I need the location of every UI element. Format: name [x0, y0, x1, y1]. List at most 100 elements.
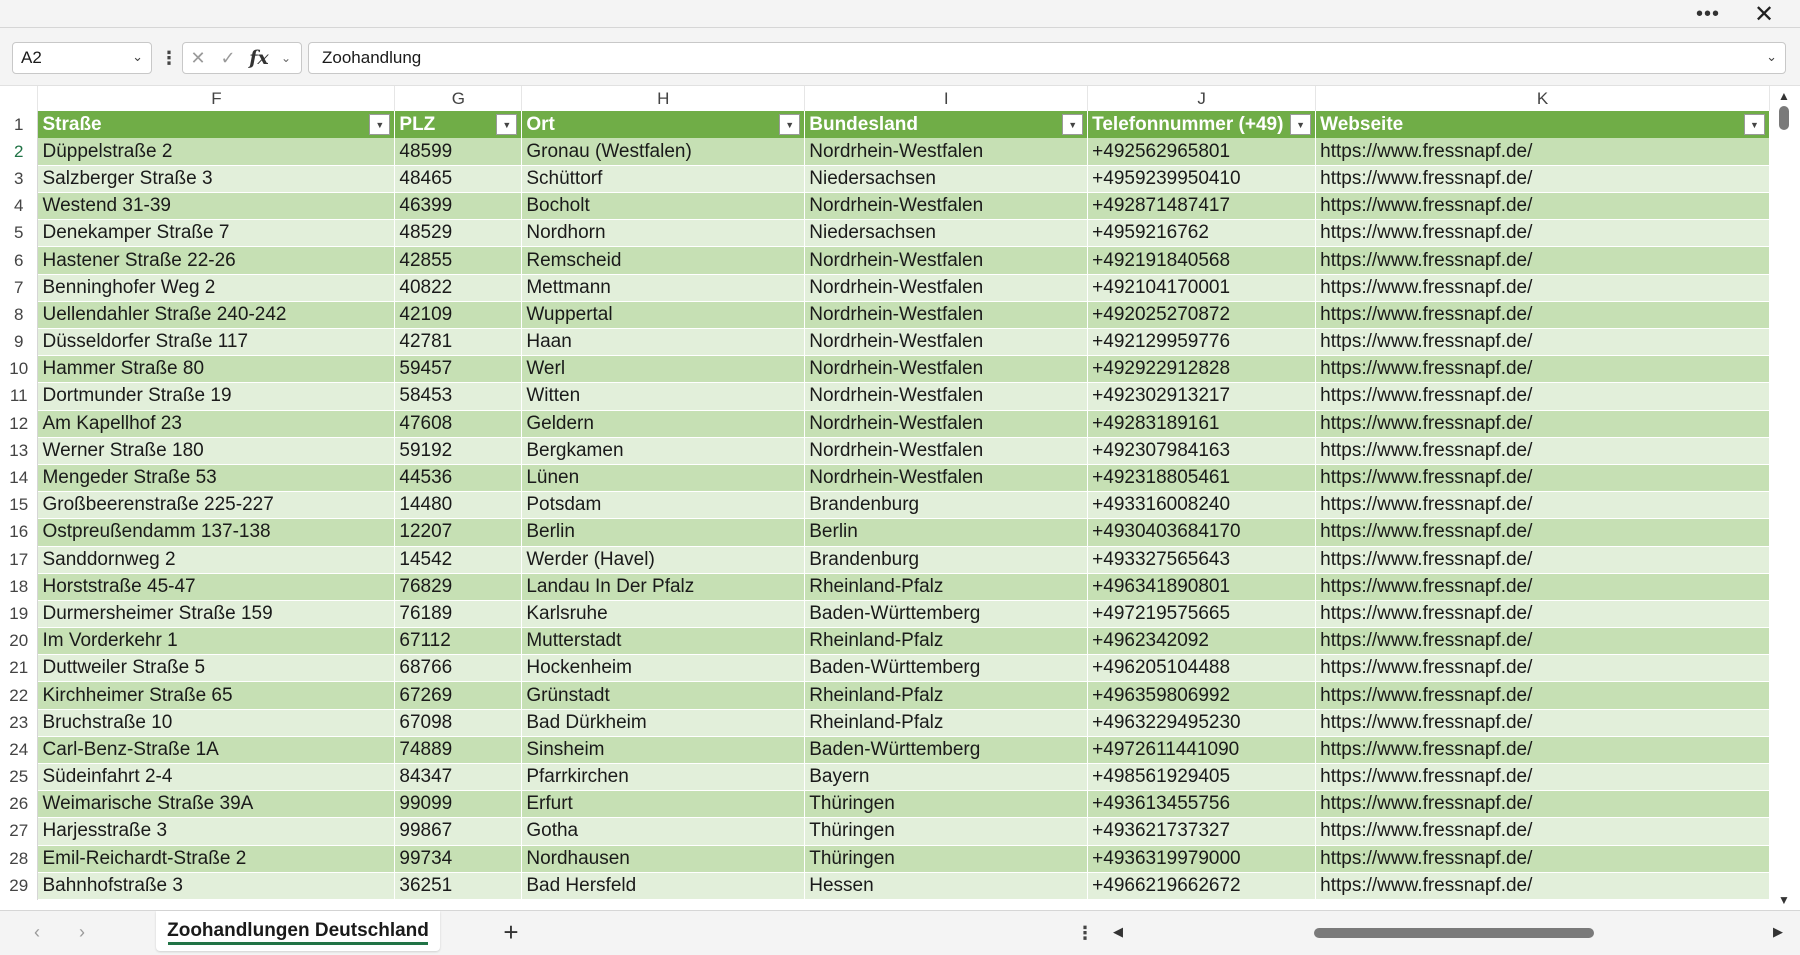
filter-dropdown-icon[interactable]: ▼ [369, 114, 391, 135]
table-cell[interactable]: https://www.fressnapf.de/ [1315, 192, 1770, 221]
row-header[interactable]: 12 [0, 410, 39, 438]
table-cell[interactable]: 67269 [394, 681, 523, 710]
table-cell[interactable]: +4963229495230 [1087, 709, 1317, 737]
table-cell[interactable]: Bad Dürkheim [521, 709, 806, 737]
table-cell[interactable]: Mutterstadt [521, 627, 806, 656]
table-cell[interactable]: Berlin [804, 518, 1089, 547]
filter-dropdown-icon[interactable]: ▼ [1290, 114, 1312, 135]
enter-icon[interactable]: ✓ [213, 43, 243, 73]
table-cell[interactable]: +4966219662672 [1087, 872, 1317, 900]
table-cell[interactable]: Bergkamen [521, 437, 806, 465]
table-cell[interactable]: +493621737327 [1087, 817, 1317, 846]
table-cell[interactable]: Bahnhofstraße 3 [37, 872, 396, 900]
table-cell[interactable]: Hessen [804, 872, 1089, 900]
table-cell[interactable]: 68766 [394, 654, 523, 683]
row-header[interactable]: 18 [0, 573, 39, 601]
scroll-left-icon[interactable]: ◀ [1108, 921, 1128, 943]
table-cell[interactable]: +4959216762 [1087, 219, 1317, 248]
row-header[interactable]: 19 [0, 600, 39, 628]
table-cell[interactable]: https://www.fressnapf.de/ [1315, 274, 1770, 302]
table-cell[interactable]: https://www.fressnapf.de/ [1315, 410, 1770, 438]
table-header-cell[interactable]: Bundesland ▼ [804, 111, 1089, 139]
table-cell[interactable]: https://www.fressnapf.de/ [1315, 437, 1770, 465]
row-header[interactable]: 2 [0, 138, 39, 166]
add-sheet-icon[interactable]: + [495, 916, 527, 948]
filter-dropdown-icon[interactable]: ▼ [496, 114, 518, 135]
filter-dropdown-icon[interactable]: ▼ [1744, 114, 1765, 135]
row-header[interactable]: 16 [0, 518, 39, 546]
table-cell[interactable]: 59457 [394, 355, 523, 384]
vertical-scrollbar[interactable]: ▲ ▼ [1772, 86, 1796, 910]
table-cell[interactable]: https://www.fressnapf.de/ [1315, 817, 1770, 846]
row-header[interactable]: 22 [0, 681, 39, 710]
table-cell[interactable]: Harjesstraße 3 [37, 817, 396, 846]
table-cell[interactable]: Uellendahler Straße 240-242 [37, 301, 396, 330]
table-cell[interactable]: 46399 [394, 192, 523, 221]
table-cell[interactable]: Thüringen [804, 817, 1089, 846]
table-cell[interactable]: https://www.fressnapf.de/ [1315, 872, 1770, 900]
table-cell[interactable]: 59192 [394, 437, 523, 465]
table-cell[interactable]: https://www.fressnapf.de/ [1315, 790, 1770, 819]
table-cell[interactable]: Landau In Der Pfalz [521, 573, 806, 601]
table-cell[interactable]: Nordrhein-Westfalen [804, 274, 1089, 302]
table-cell[interactable]: Nordrhein-Westfalen [804, 138, 1089, 166]
table-cell[interactable]: Benninghofer Weg 2 [37, 274, 396, 302]
table-cell[interactable]: Grünstadt [521, 681, 806, 710]
row-header[interactable]: 13 [0, 437, 39, 465]
row-header[interactable]: 6 [0, 246, 39, 275]
table-cell[interactable]: +4959239950410 [1087, 165, 1317, 194]
table-cell[interactable]: Großbeerenstraße 225-227 [37, 491, 396, 520]
table-cell[interactable]: Lünen [521, 464, 806, 493]
table-cell[interactable]: Mettmann [521, 274, 806, 302]
table-cell[interactable]: Bayern [804, 763, 1089, 792]
table-cell[interactable]: Erfurt [521, 790, 806, 819]
table-cell[interactable]: 42781 [394, 328, 523, 357]
table-header-cell[interactable]: Ort ▼ [521, 111, 806, 139]
table-cell[interactable]: Nordrhein-Westfalen [804, 246, 1089, 275]
table-cell[interactable]: Baden-Württemberg [804, 654, 1089, 683]
column-header[interactable]: H [521, 86, 806, 111]
table-cell[interactable]: https://www.fressnapf.de/ [1315, 736, 1770, 765]
row-header[interactable]: 24 [0, 736, 39, 764]
column-header[interactable]: I [804, 86, 1089, 111]
table-cell[interactable]: Mengeder Straße 53 [37, 464, 396, 493]
table-cell[interactable]: Witten [521, 382, 806, 411]
table-cell[interactable]: Rheinland-Pfalz [804, 709, 1089, 737]
table-cell[interactable]: https://www.fressnapf.de/ [1315, 845, 1770, 873]
table-cell[interactable]: Pfarrkirchen [521, 763, 806, 792]
table-cell[interactable]: Gronau (Westfalen) [521, 138, 806, 166]
row-header[interactable]: 21 [0, 654, 39, 682]
row-header[interactable]: 4 [0, 192, 39, 220]
table-cell[interactable]: 99734 [394, 845, 523, 873]
table-cell[interactable]: https://www.fressnapf.de/ [1315, 246, 1770, 275]
row-header[interactable]: 5 [0, 219, 39, 247]
table-cell[interactable]: Sanddornweg 2 [37, 546, 396, 574]
table-cell[interactable]: Hastener Straße 22-26 [37, 246, 396, 275]
vertical-scroll-thumb[interactable] [1779, 106, 1789, 130]
formula-input[interactable]: Zoohandlung ⌄ [308, 42, 1786, 74]
table-cell[interactable]: https://www.fressnapf.de/ [1315, 138, 1770, 166]
table-cell[interactable]: https://www.fressnapf.de/ [1315, 627, 1770, 656]
row-header[interactable]: 10 [0, 355, 39, 383]
table-cell[interactable]: Nordrhein-Westfalen [804, 382, 1089, 411]
table-cell[interactable]: +492104170001 [1087, 274, 1317, 302]
horizontal-scroll-thumb[interactable] [1314, 928, 1594, 938]
table-cell[interactable]: Dortmunder Straße 19 [37, 382, 396, 411]
table-cell[interactable]: Wuppertal [521, 301, 806, 330]
expand-formula-bar-icon[interactable]: ⌄ [1766, 49, 1777, 65]
table-cell[interactable]: 99099 [394, 790, 523, 819]
table-cell[interactable]: Nordrhein-Westfalen [804, 355, 1089, 384]
table-cell[interactable]: Düsseldorfer Straße 117 [37, 328, 396, 357]
table-cell[interactable]: 12207 [394, 518, 523, 547]
row-header[interactable]: 27 [0, 817, 39, 846]
table-cell[interactable]: https://www.fressnapf.de/ [1315, 681, 1770, 710]
close-icon[interactable]: ✕ [1744, 0, 1784, 28]
table-cell[interactable]: Karlsruhe [521, 600, 806, 629]
table-cell[interactable]: https://www.fressnapf.de/ [1315, 654, 1770, 683]
table-cell[interactable]: Am Kapellhof 23 [37, 410, 396, 438]
table-cell[interactable]: Potsdam [521, 491, 806, 520]
table-cell[interactable]: 42855 [394, 246, 523, 275]
row-header[interactable]: 28 [0, 845, 39, 873]
table-cell[interactable]: Carl-Benz-Straße 1A [37, 736, 396, 765]
table-cell[interactable]: 76189 [394, 600, 523, 629]
